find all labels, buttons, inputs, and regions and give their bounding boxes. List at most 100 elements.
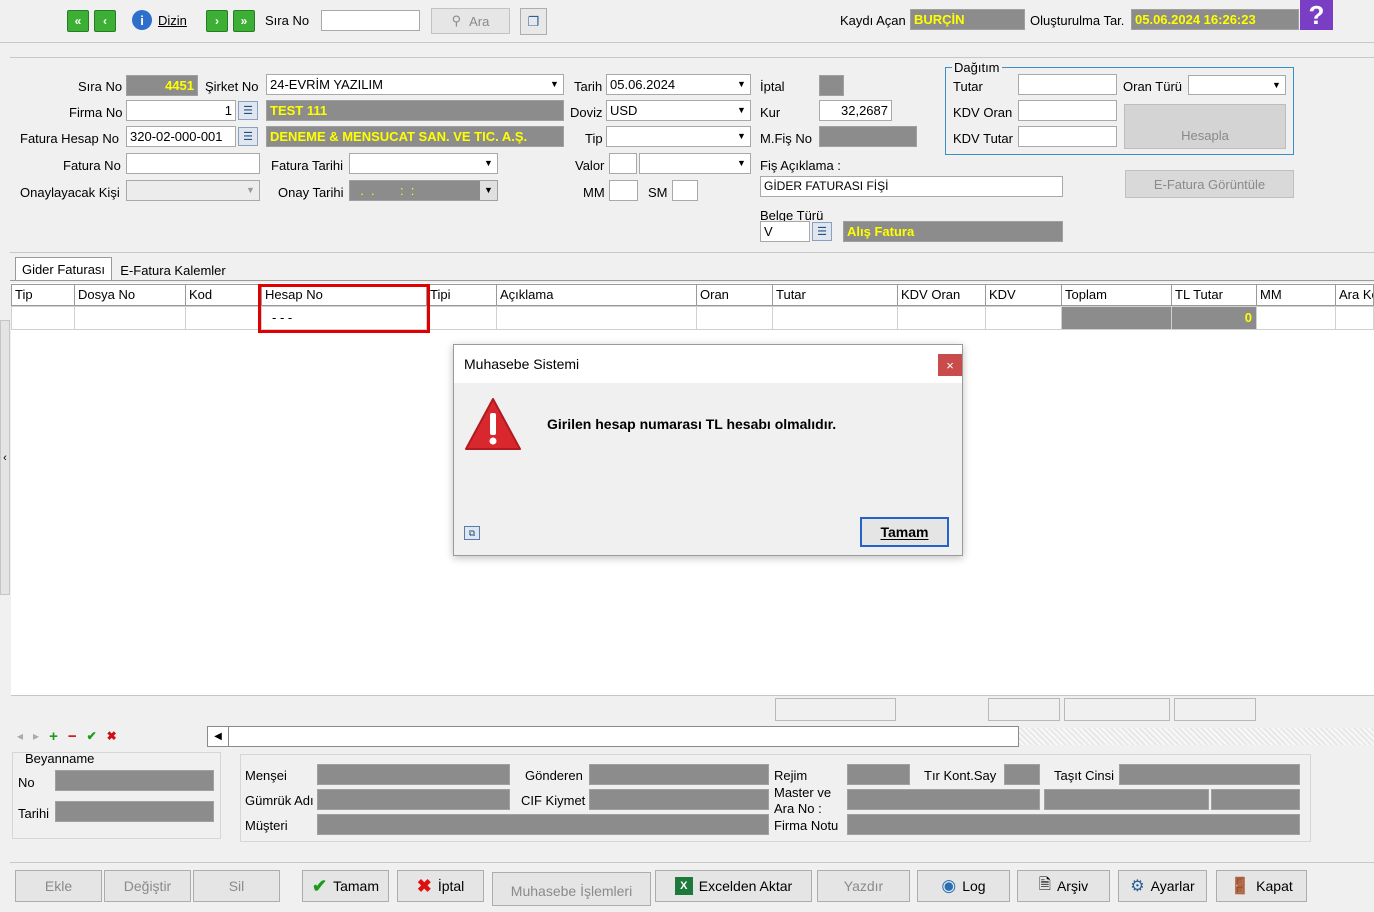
cell-dosya-no[interactable] (74, 306, 186, 330)
col-dosya-no[interactable]: Dosya No (74, 284, 186, 306)
chevron-down-icon[interactable]: ▼ (480, 181, 497, 200)
muhasebe-islemleri-button[interactable]: Muhasebe İşlemleri (492, 872, 651, 906)
cancel-row-icon[interactable]: ✖ (107, 729, 117, 743)
prev-record-icon[interactable]: ‹ (94, 10, 116, 32)
col-kdv[interactable]: KDV (985, 284, 1062, 306)
col-tl-tutar[interactable]: TL Tutar (1171, 284, 1257, 306)
kur-input[interactable]: 32,2687 (819, 100, 892, 121)
close-icon[interactable]: × (938, 354, 962, 376)
ara-button[interactable]: ⚲ Ara (431, 8, 510, 34)
fatura-hesap-input[interactable]: 320-02-000-001 (126, 126, 236, 147)
valor-label: Valor (575, 158, 605, 173)
valor-date-select[interactable]: ▼ (639, 153, 751, 174)
iptal-checkbox[interactable] (819, 75, 844, 96)
oran-turu-select[interactable]: ▼ (1188, 75, 1286, 95)
cell-toplam[interactable] (1061, 306, 1172, 330)
tab-gider-faturasi[interactable]: Gider Faturası (15, 257, 112, 281)
excel-import-button[interactable]: X Excelden Aktar (655, 870, 812, 902)
onaylayacak-select[interactable]: ▼ (126, 180, 260, 201)
log-button[interactable]: ◉ Log (917, 870, 1010, 902)
col-kod[interactable]: Kod (185, 284, 262, 306)
chevron-down-icon[interactable]: ▼ (1268, 76, 1285, 94)
fatura-tarihi-input[interactable]: ▼ (349, 153, 498, 174)
fis-aciklama-input[interactable]: GİDER FATURASI FİŞİ (760, 176, 1063, 197)
chevron-down-icon[interactable]: ▼ (242, 181, 259, 200)
cell-mm[interactable] (1256, 306, 1336, 330)
sm-input[interactable] (672, 180, 698, 201)
left-collapse-handle[interactable]: ‹ (0, 320, 10, 595)
copy-message-icon[interactable]: ⧉ (464, 526, 480, 540)
ekle-button[interactable]: Ekle (15, 870, 102, 902)
next-record-icon[interactable]: › (206, 10, 228, 32)
yazdir-button[interactable]: Yazdır (817, 870, 910, 902)
help-icon[interactable]: ? (1300, 0, 1333, 30)
e-fatura-button[interactable]: E-Fatura Görüntüle (1125, 170, 1294, 198)
cell-tutar[interactable] (772, 306, 898, 330)
tarih-input[interactable]: 05.06.2024 ▼ (606, 74, 751, 95)
kdv-tutar-input[interactable] (1018, 126, 1117, 147)
cell-oran[interactable] (696, 306, 773, 330)
firma-no-input[interactable]: 1 (126, 100, 236, 121)
chevron-down-icon[interactable]: ▼ (733, 127, 750, 146)
chevron-down-icon[interactable]: ▼ (733, 154, 750, 173)
fatura-no-input[interactable] (126, 153, 260, 174)
col-tutar[interactable]: Tutar (772, 284, 898, 306)
dizin-link[interactable]: Dizin (158, 13, 187, 28)
dialog-titlebar: Muhasebe Sistemi × (454, 345, 962, 383)
cell-tl-tutar[interactable]: 0 (1171, 306, 1257, 330)
ayarlar-button[interactable]: ⚙ Ayarlar (1118, 870, 1207, 902)
cell-aciklama[interactable] (496, 306, 697, 330)
hesap-picker-icon[interactable]: ☰ (238, 127, 258, 146)
belge-turu-input[interactable]: V (760, 221, 810, 242)
tamam-button[interactable]: ✔ Tamam (302, 870, 389, 902)
col-aciklama[interactable]: Açıklama (496, 284, 697, 306)
remove-row-icon[interactable]: − (68, 728, 77, 745)
cell-kdv[interactable] (985, 306, 1062, 330)
toolbar-sira-no-input[interactable] (321, 10, 420, 31)
horizontal-scrollbar[interactable]: ◀ (207, 726, 1019, 747)
iptal-button[interactable]: ✖ İptal (397, 870, 484, 902)
nav-next-icon[interactable]: ▸ (33, 729, 39, 743)
sil-button[interactable]: Sil (193, 870, 280, 902)
chevron-down-icon[interactable]: ▼ (733, 75, 750, 94)
first-record-icon[interactable]: « (67, 10, 89, 32)
cell-kod[interactable] (185, 306, 262, 330)
hesapla-button[interactable]: Hesapla (1124, 104, 1286, 149)
copy-icon[interactable]: ❐ (520, 8, 547, 35)
last-record-icon[interactable]: » (233, 10, 255, 32)
chevron-down-icon[interactable]: ▼ (733, 101, 750, 120)
nav-prev-icon[interactable]: ◂ (17, 729, 23, 743)
doviz-select[interactable]: USD ▼ (606, 100, 751, 121)
scroll-left-icon[interactable]: ◀ (208, 727, 229, 746)
arsiv-button[interactable]: 🗎 Arşiv (1017, 870, 1110, 902)
cell-kdv-oran[interactable] (897, 306, 986, 330)
col-kdv-oran[interactable]: KDV Oran (897, 284, 986, 306)
firma-picker-icon[interactable]: ☰ (238, 101, 258, 120)
cell-tipi[interactable] (426, 306, 497, 330)
cell-tip[interactable] (11, 306, 75, 330)
col-tipi[interactable]: Tipi (426, 284, 497, 306)
col-ara-ko[interactable]: Ara Ko (1335, 284, 1374, 306)
valor-input[interactable] (609, 153, 637, 174)
kdv-oran-input[interactable] (1018, 100, 1117, 121)
info-icon[interactable]: i (132, 10, 152, 30)
dagitim-tutar-input[interactable] (1018, 74, 1117, 95)
col-mm[interactable]: MM (1256, 284, 1336, 306)
kapat-button[interactable]: 🚪 Kapat (1216, 870, 1307, 902)
chevron-down-icon[interactable]: ▼ (546, 75, 563, 94)
belge-picker-icon[interactable]: ☰ (812, 222, 832, 241)
tab-e-fatura-kalemler[interactable]: E-Fatura Kalemler (113, 259, 233, 281)
sirket-no-select[interactable]: 24-EVRİM YAZILIM ▼ (266, 74, 564, 95)
col-tip[interactable]: Tip (11, 284, 75, 306)
degistir-button[interactable]: Değiştir (104, 870, 191, 902)
onay-tarihi-input[interactable]: . . : : ▼ (349, 180, 498, 201)
mm-input[interactable] (609, 180, 638, 201)
chevron-down-icon[interactable]: ▼ (480, 154, 497, 173)
add-row-icon[interactable]: + (49, 728, 58, 745)
confirm-row-icon[interactable]: ✔ (87, 729, 97, 743)
col-oran[interactable]: Oran (696, 284, 773, 306)
cell-ara-ko[interactable] (1335, 306, 1374, 330)
dialog-ok-button[interactable]: Tamam (860, 517, 949, 547)
tip-select[interactable]: ▼ (606, 126, 751, 147)
col-toplam[interactable]: Toplam (1061, 284, 1172, 306)
